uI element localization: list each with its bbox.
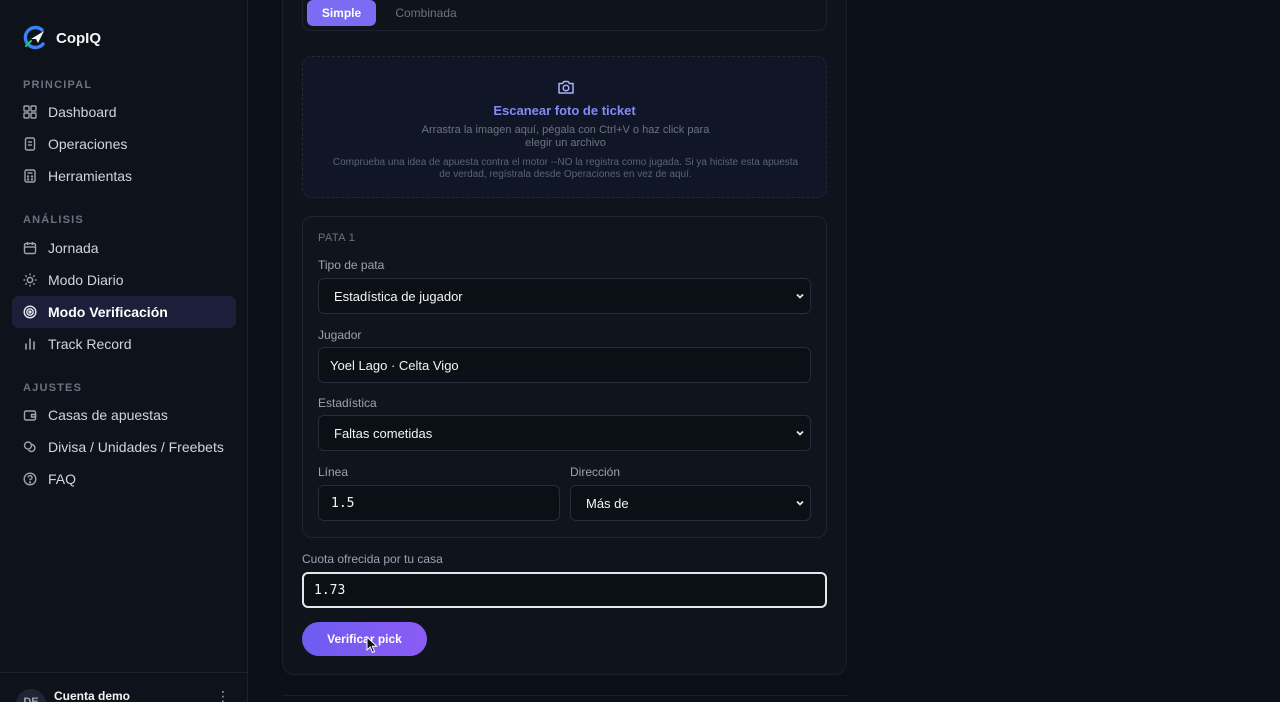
stat-label: Estadística [318,396,377,410]
sidebar-item-label: Operaciones [48,136,128,152]
stat-select[interactable]: Faltas cometidas [318,415,811,451]
sidebar-item-divisa[interactable]: Divisa / Unidades / Freebets [12,431,236,463]
player-value: Yoel Lago · Celta Vigo [330,357,459,373]
sidebar-item-operaciones[interactable]: Operaciones [12,128,236,160]
stat-value: Faltas cometidas [334,425,433,441]
direction-label: Dirección [570,465,621,479]
bar-chart-icon [23,337,37,351]
ticket-dropzone[interactable]: Escanear foto de ticket Arrastra la imag… [302,56,827,198]
verify-pick-button[interactable]: Verificar pick [302,622,427,656]
account-bar[interactable]: DE Cuenta demo ⋮ [0,672,248,702]
sun-icon [23,273,37,287]
sidebar-item-modo-verificacion[interactable]: Modo Verificación [12,296,236,328]
player-input[interactable]: Yoel Lago · Celta Vigo [318,347,811,383]
sidebar-item-label: Casas de apuestas [48,407,168,423]
leg-type-label: Tipo de pata [318,258,385,272]
sidebar-item-label: Jornada [48,240,99,256]
scan-note: Comprueba una idea de apuesta contra el … [332,157,799,180]
scan-hint: Arrastra la imagen aquí, pégala con Ctrl… [421,124,710,149]
direction-select[interactable]: Más de [570,485,811,521]
line-input[interactable]: 1.5 [318,485,560,521]
coins-icon [23,440,37,454]
chevron-down-icon [796,430,804,436]
section-label-ajustes: AJUSTES [23,382,83,394]
tab-simple[interactable]: Simple [307,0,376,26]
sidebar-item-herramientas[interactable]: Herramientas [12,160,236,192]
chevron-down-icon [796,500,804,506]
sidebar-item-label: Track Record [48,336,132,352]
mode-toggle [302,0,827,31]
wallet-icon [23,408,37,422]
avatar: DE [16,689,46,702]
next-card-edge [282,695,847,702]
sidebar-item-label: FAQ [48,471,77,487]
direction-value: Más de [586,495,629,511]
brand[interactable]: CopIQ [22,24,101,52]
dashboard-grid-icon [23,105,37,119]
line-label: Línea [318,465,349,479]
odds-label: Cuota ofrecida por tu casa [302,552,443,566]
sidebar-item-label: Modo Verificación [48,304,168,320]
player-label: Jugador [318,328,362,342]
sidebar-item-modo-diario[interactable]: Modo Diario [12,264,236,296]
section-label-analisis: ANÁLISIS [23,214,84,226]
account-name: Cuenta demo [54,689,131,702]
calendar-icon [23,241,37,255]
sidebar-item-dashboard[interactable]: Dashboard [12,96,236,128]
sidebar-item-label: Modo Diario [48,272,124,288]
sidebar-item-jornada[interactable]: Jornada [12,232,236,264]
copiq-logo-icon [23,25,45,50]
calculator-icon [23,169,37,183]
odds-input[interactable]: 1.73 [302,572,827,608]
kebab-menu-icon[interactable]: ⋮ [216,689,230,702]
chevron-down-icon [796,293,804,299]
sidebar-item-casas-de-apuestas[interactable]: Casas de apuestas [12,399,236,431]
brand-name: CopIQ [56,29,101,47]
line-value: 1.5 [331,495,355,511]
sidebar-item-label: Dashboard [48,104,117,120]
sidebar-item-faq[interactable]: FAQ [12,463,236,495]
camera-icon [558,80,574,94]
leg-type-value: Estadística de jugador [334,288,463,304]
scan-ticket-title: Escanear foto de ticket [493,103,636,118]
sidebar-item-label: Divisa / Unidades / Freebets [48,439,224,455]
document-icon [23,137,37,151]
sidebar: CopIQ PRINCIPAL Dashboard Operaciones He… [0,0,248,702]
leg-title: PATA 1 [318,232,356,244]
help-circle-icon [23,472,37,486]
leg-type-select[interactable]: Estadística de jugador [318,278,811,314]
section-label-principal: PRINCIPAL [23,79,93,91]
sidebar-item-label: Herramientas [48,168,133,184]
target-icon [23,305,37,319]
odds-value: 1.73 [314,582,346,598]
sidebar-item-track-record[interactable]: Track Record [12,328,236,360]
tab-combinada[interactable]: Combinada [386,0,466,26]
